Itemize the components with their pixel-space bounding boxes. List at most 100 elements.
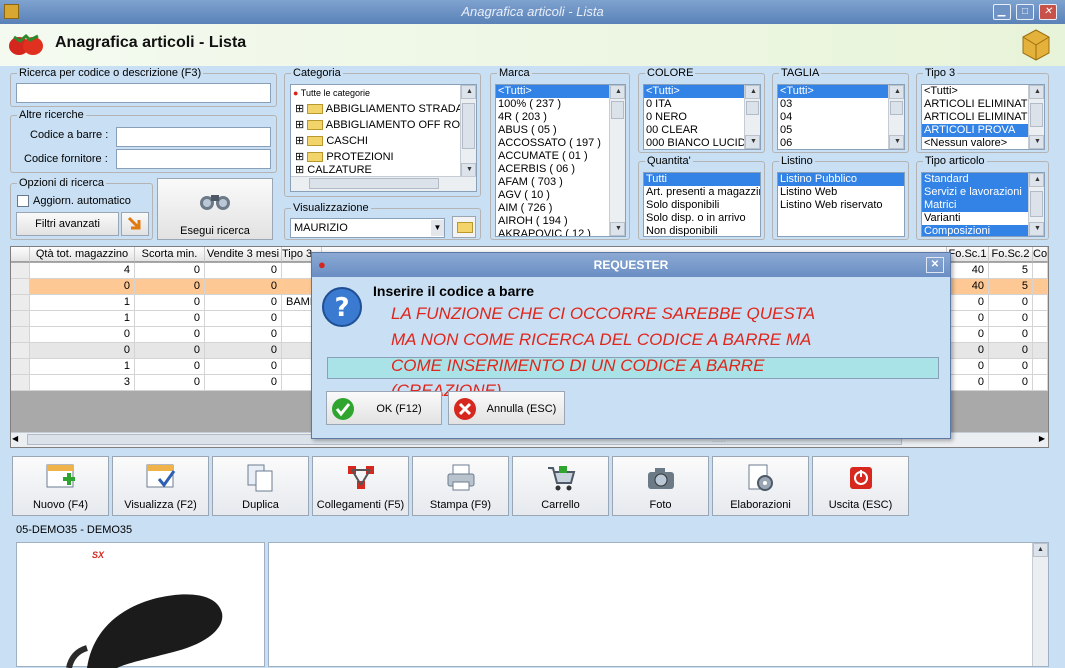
supplier-code-input[interactable] [116, 149, 271, 169]
stampa-button[interactable]: Stampa (F9) [412, 456, 509, 516]
list-item[interactable]: Standard [922, 173, 1044, 186]
nuovo-button[interactable]: Nuovo (F4) [12, 456, 109, 516]
scroll-thumb[interactable] [309, 178, 439, 189]
list-item[interactable]: Listino Web riservato [778, 199, 904, 212]
grid-header[interactable]: Co [1033, 247, 1048, 262]
scroll-down-icon[interactable]: ▼ [889, 135, 904, 149]
scroll-up-icon[interactable]: ▲ [889, 85, 904, 99]
color-vscroll[interactable]: ▲ ▼ [744, 85, 760, 149]
list-item[interactable]: ARTICOLI PROVA [922, 124, 1044, 137]
notes-vscroll[interactable]: ▲ [1032, 543, 1048, 666]
type3-vscroll[interactable]: ▲ ▼ [1028, 85, 1044, 149]
scroll-down-icon[interactable]: ▼ [745, 135, 760, 149]
scroll-up-icon[interactable]: ▲ [610, 85, 625, 99]
cancel-button[interactable]: Annulla (ESC) [448, 391, 565, 425]
ok-button[interactable]: OK (F12) [326, 391, 442, 425]
row-header[interactable] [11, 343, 30, 359]
category-vscroll[interactable]: ▲ ▼ [460, 85, 476, 177]
scroll-thumb[interactable] [746, 101, 759, 115]
dialog-close-button[interactable]: ✕ [926, 257, 944, 273]
category-tree[interactable]: ● Tutte le categorie ⊞ ABBIGLIAMENTO STR… [290, 84, 477, 192]
resize-grip-icon[interactable]: :::::::: [712, 438, 725, 444]
tree-root[interactable]: ● Tutte le categorie [291, 85, 476, 101]
scroll-thumb[interactable] [890, 101, 903, 115]
color-list[interactable]: <Tutti> 0 ITA 0 NERO 00 CLEAR 000 BIANCO… [643, 84, 761, 150]
list-item[interactable]: 0 ITA [644, 98, 760, 111]
scroll-up-icon[interactable]: ▲ [1033, 543, 1048, 557]
list-item[interactable]: ARTICOLI ELIMINATI [922, 98, 1044, 111]
grid-header[interactable]: Qtà tot. magazzino [30, 247, 135, 262]
type3-list[interactable]: <Tutti> ARTICOLI ELIMINATI ARTICOLI ELIM… [921, 84, 1045, 150]
list-item[interactable]: 03 [778, 98, 904, 111]
price-list[interactable]: Listino Pubblico Listino Web Listino Web… [777, 172, 905, 237]
list-item[interactable]: Listino Web [778, 186, 904, 199]
scroll-thumb[interactable] [611, 101, 624, 119]
scroll-thumb[interactable] [462, 103, 475, 149]
scroll-up-icon[interactable]: ▲ [1029, 85, 1044, 99]
list-item[interactable]: 4R ( 203 ) [496, 111, 625, 124]
scroll-down-icon[interactable]: ▼ [1029, 222, 1044, 236]
auto-update-checkbox[interactable] [17, 195, 29, 207]
list-item[interactable]: Listino Pubblico [778, 173, 904, 186]
grid-header[interactable]: Fo.Sc.1 [947, 247, 989, 262]
list-item[interactable]: Solo disponibili [644, 199, 760, 212]
grid-header[interactable]: Fo.Sc.2 [989, 247, 1033, 262]
list-item[interactable]: ACERBIS ( 06 ) [496, 163, 625, 176]
list-item[interactable]: <Tutti> [644, 85, 760, 98]
list-item[interactable]: 0 NERO [644, 111, 760, 124]
scroll-right-icon[interactable]: ▶ [1039, 434, 1045, 443]
tree-item[interactable]: ⊞ CASCHI [291, 133, 476, 149]
list-item[interactable]: ACCUMATE ( 01 ) [496, 150, 625, 163]
list-item[interactable]: 000 BIANCO LUCIDO [644, 137, 760, 149]
row-header[interactable] [11, 327, 30, 343]
tree-item[interactable]: ⊞ PROTEZIONI [291, 149, 476, 165]
scroll-up-icon[interactable]: ▲ [745, 85, 760, 99]
list-item[interactable]: AKRAPOVIC ( 12 ) [496, 228, 625, 236]
brand-list[interactable]: <Tutti> 100% ( 237 ) 4R ( 203 ) ABUS ( 0… [495, 84, 626, 237]
scroll-left-icon[interactable]: ◀ [12, 434, 18, 443]
grid-header[interactable]: Vendite 3 mesi [205, 247, 282, 262]
elaborazioni-button[interactable]: Elaborazioni [712, 456, 809, 516]
tree-item[interactable]: ⊞ CALZATURE [291, 165, 476, 175]
foto-button[interactable]: Foto [612, 456, 709, 516]
collegamenti-button[interactable]: Collegamenti (F5) [312, 456, 409, 516]
search-input[interactable] [16, 83, 271, 103]
advanced-filters-button[interactable]: Filtri avanzati [16, 212, 119, 236]
filter-arrow-button[interactable] [121, 212, 149, 236]
list-item[interactable]: AFAM ( 703 ) [496, 176, 625, 189]
row-header[interactable] [11, 359, 30, 375]
list-item[interactable]: Tutti [644, 173, 760, 186]
list-item[interactable]: Composizioni [922, 225, 1044, 236]
maximize-button[interactable]: □ [1016, 4, 1034, 20]
list-item[interactable]: ABUS ( 05 ) [496, 124, 625, 137]
list-item[interactable]: 06 [778, 137, 904, 149]
size-list[interactable]: <Tutti> 03 04 05 06 ▲ ▼ [777, 84, 905, 150]
row-header[interactable] [11, 375, 30, 391]
category-hscroll[interactable] [291, 176, 476, 191]
visualizza-button[interactable]: Visualizza (F2) [112, 456, 209, 516]
carrello-button[interactable]: Carrello [512, 456, 609, 516]
article-type-list[interactable]: Standard Servizi e lavorazioni Matrici V… [921, 172, 1045, 237]
duplica-button[interactable]: Duplica [212, 456, 309, 516]
scroll-up-icon[interactable]: ▲ [1029, 173, 1044, 187]
list-item[interactable]: AIROH ( 194 ) [496, 215, 625, 228]
quantity-list[interactable]: Tutti Art. presenti a magazzino Solo dis… [643, 172, 761, 237]
list-item[interactable]: ACCOSSATO ( 197 ) [496, 137, 625, 150]
tree-item[interactable]: ⊞ ABBIGLIAMENTO OFF ROAD [291, 117, 476, 133]
list-item[interactable]: 100% ( 237 ) [496, 98, 625, 111]
list-item[interactable]: <Tutti> [778, 85, 904, 98]
list-item[interactable]: <Tutti> [496, 85, 625, 98]
folder-button[interactable] [452, 216, 476, 238]
list-item[interactable]: Non disponibili [644, 225, 760, 236]
row-header[interactable] [11, 279, 30, 295]
execute-search-button[interactable]: Esegui ricerca [157, 178, 273, 240]
minimize-button[interactable]: ▁ [993, 4, 1011, 20]
grid-header[interactable]: Scorta min. [135, 247, 205, 262]
notes-area[interactable]: ▲ [268, 542, 1049, 667]
list-item[interactable]: AGV ( 10 ) [496, 189, 625, 202]
scroll-down-icon[interactable]: ▼ [610, 222, 625, 236]
grid-header[interactable] [11, 247, 30, 262]
list-item[interactable]: AIM ( 726 ) [496, 202, 625, 215]
row-header[interactable] [11, 295, 30, 311]
list-item[interactable]: Varianti [922, 212, 1044, 225]
